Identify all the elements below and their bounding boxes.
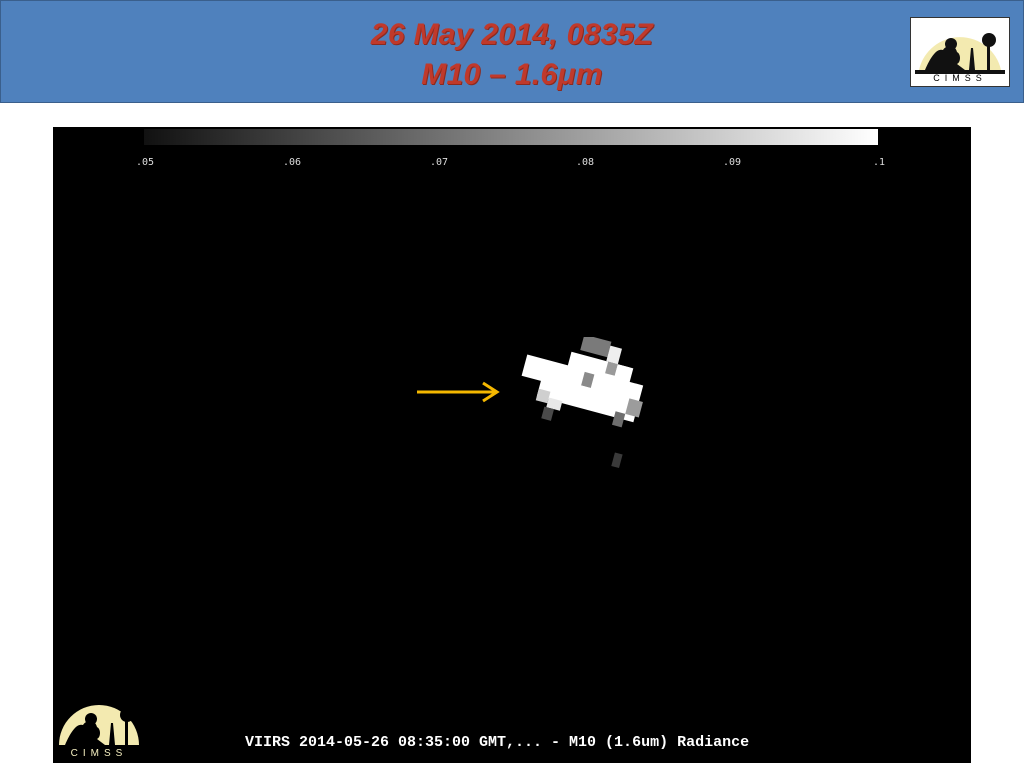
colorbar-tick: .09 [722,157,742,168]
satellite-image-panel: .05 .06 .07 .08 .09 .1 CIMSS VIIRS 2014-… [53,127,971,763]
colorbar-tick: .1 [872,157,886,168]
cimss-watermark-logo: CIMSS [53,695,145,763]
colorbar-tick: .05 [135,157,155,168]
colorbar-tick: .07 [429,157,449,168]
slide-subtitle: M10 – 1.6μm [421,58,603,91]
slide-title: 26 May 2014, 0835Z [370,18,654,51]
hot-spot-pixels [521,337,644,469]
image-caption: VIIRS 2014-05-26 08:35:00 GMT,... - M10 … [245,734,750,751]
watermark-logo-text: CIMSS [70,748,128,759]
arrow-indicator [417,381,500,403]
colorbar [144,129,878,145]
colorbar-tick: .06 [282,157,302,168]
logo-text: CIMSS [933,73,987,83]
colorbar-tick: .08 [575,157,595,168]
cimss-logo: CIMSS [910,17,1010,87]
